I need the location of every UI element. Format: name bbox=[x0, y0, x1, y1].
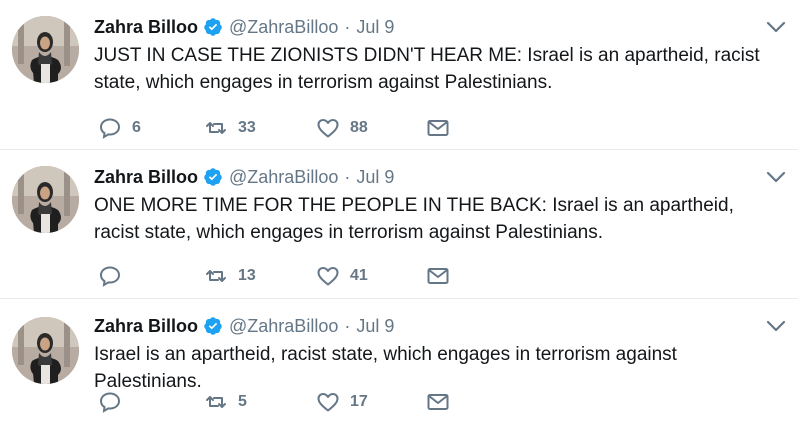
like-count: 41 bbox=[350, 267, 368, 284]
retweet-button[interactable]: 13 bbox=[204, 264, 256, 288]
username[interactable]: @ZahraBilloo bbox=[229, 316, 338, 337]
heart-icon bbox=[316, 264, 340, 288]
reply-icon bbox=[98, 390, 122, 414]
like-button[interactable]: 41 bbox=[316, 264, 368, 288]
direct-message-button[interactable] bbox=[426, 264, 450, 288]
verified-badge-icon bbox=[203, 17, 223, 37]
like-button[interactable]: 88 bbox=[316, 116, 368, 140]
timestamp[interactable]: Jul 9 bbox=[356, 17, 394, 38]
tweet-header: Zahra Billoo @ZahraBilloo · Jul 9 bbox=[94, 14, 394, 40]
retweet-count: 33 bbox=[238, 119, 256, 136]
tweet-header: Zahra Billoo @ZahraBilloo · Jul 9 bbox=[94, 164, 394, 190]
avatar[interactable] bbox=[12, 166, 79, 233]
username[interactable]: @ZahraBilloo bbox=[229, 167, 338, 188]
reply-button[interactable]: 6 bbox=[98, 116, 141, 140]
tweet-text: JUST IN CASE THE ZIONISTS DIDN'T HEAR ME… bbox=[94, 45, 760, 93]
retweet-icon bbox=[204, 116, 228, 140]
tweet[interactable]: Zahra Billoo @ZahraBilloo · Jul 9 JUST I… bbox=[0, 0, 798, 149]
tweet-text: ONE MORE TIME FOR THE PEOPLE IN THE BACK… bbox=[94, 195, 734, 243]
display-name[interactable]: Zahra Billoo bbox=[94, 316, 198, 337]
timestamp[interactable]: Jul 9 bbox=[356, 167, 394, 188]
timestamp[interactable]: Jul 9 bbox=[356, 316, 394, 337]
tweet[interactable]: Zahra Billoo @ZahraBilloo · Jul 9 ONE MO… bbox=[0, 150, 798, 298]
reply-count: 6 bbox=[132, 119, 141, 136]
separator-dot: · bbox=[344, 166, 351, 187]
reply-button[interactable] bbox=[98, 390, 132, 414]
direct-message-button[interactable] bbox=[426, 116, 450, 140]
chevron-down-icon[interactable] bbox=[766, 170, 786, 184]
separator-dot: · bbox=[344, 16, 351, 37]
retweet-icon bbox=[204, 264, 228, 288]
direct-message-button[interactable] bbox=[426, 390, 450, 414]
retweet-button[interactable]: 5 bbox=[204, 390, 247, 414]
like-count: 88 bbox=[350, 119, 368, 136]
heart-icon bbox=[316, 116, 340, 140]
display-name[interactable]: Zahra Billoo bbox=[94, 17, 198, 38]
retweet-count: 5 bbox=[238, 393, 247, 410]
retweet-button[interactable]: 33 bbox=[204, 116, 256, 140]
separator-dot: · bbox=[344, 315, 351, 336]
envelope-icon bbox=[426, 390, 450, 414]
reply-button[interactable] bbox=[98, 264, 132, 288]
retweet-icon bbox=[204, 390, 228, 414]
verified-badge-icon bbox=[203, 316, 223, 336]
tweet-header: Zahra Billoo @ZahraBilloo · Jul 9 bbox=[94, 313, 394, 339]
chevron-down-icon[interactable] bbox=[766, 20, 786, 34]
tweet-text: Israel is an apartheid, racist state, wh… bbox=[94, 344, 677, 392]
reply-icon bbox=[98, 264, 122, 288]
display-name[interactable]: Zahra Billoo bbox=[94, 167, 198, 188]
envelope-icon bbox=[426, 264, 450, 288]
envelope-icon bbox=[426, 116, 450, 140]
username[interactable]: @ZahraBilloo bbox=[229, 17, 338, 38]
verified-badge-icon bbox=[203, 167, 223, 187]
avatar[interactable] bbox=[12, 317, 79, 384]
chevron-down-icon[interactable] bbox=[766, 319, 786, 333]
like-button[interactable]: 17 bbox=[316, 390, 368, 414]
avatar[interactable] bbox=[12, 16, 79, 83]
heart-icon bbox=[316, 390, 340, 414]
retweet-count: 13 bbox=[238, 267, 256, 284]
tweet[interactable]: Zahra Billoo @ZahraBilloo · Jul 9 Israel… bbox=[0, 299, 798, 426]
like-count: 17 bbox=[350, 393, 368, 410]
reply-icon bbox=[98, 116, 122, 140]
